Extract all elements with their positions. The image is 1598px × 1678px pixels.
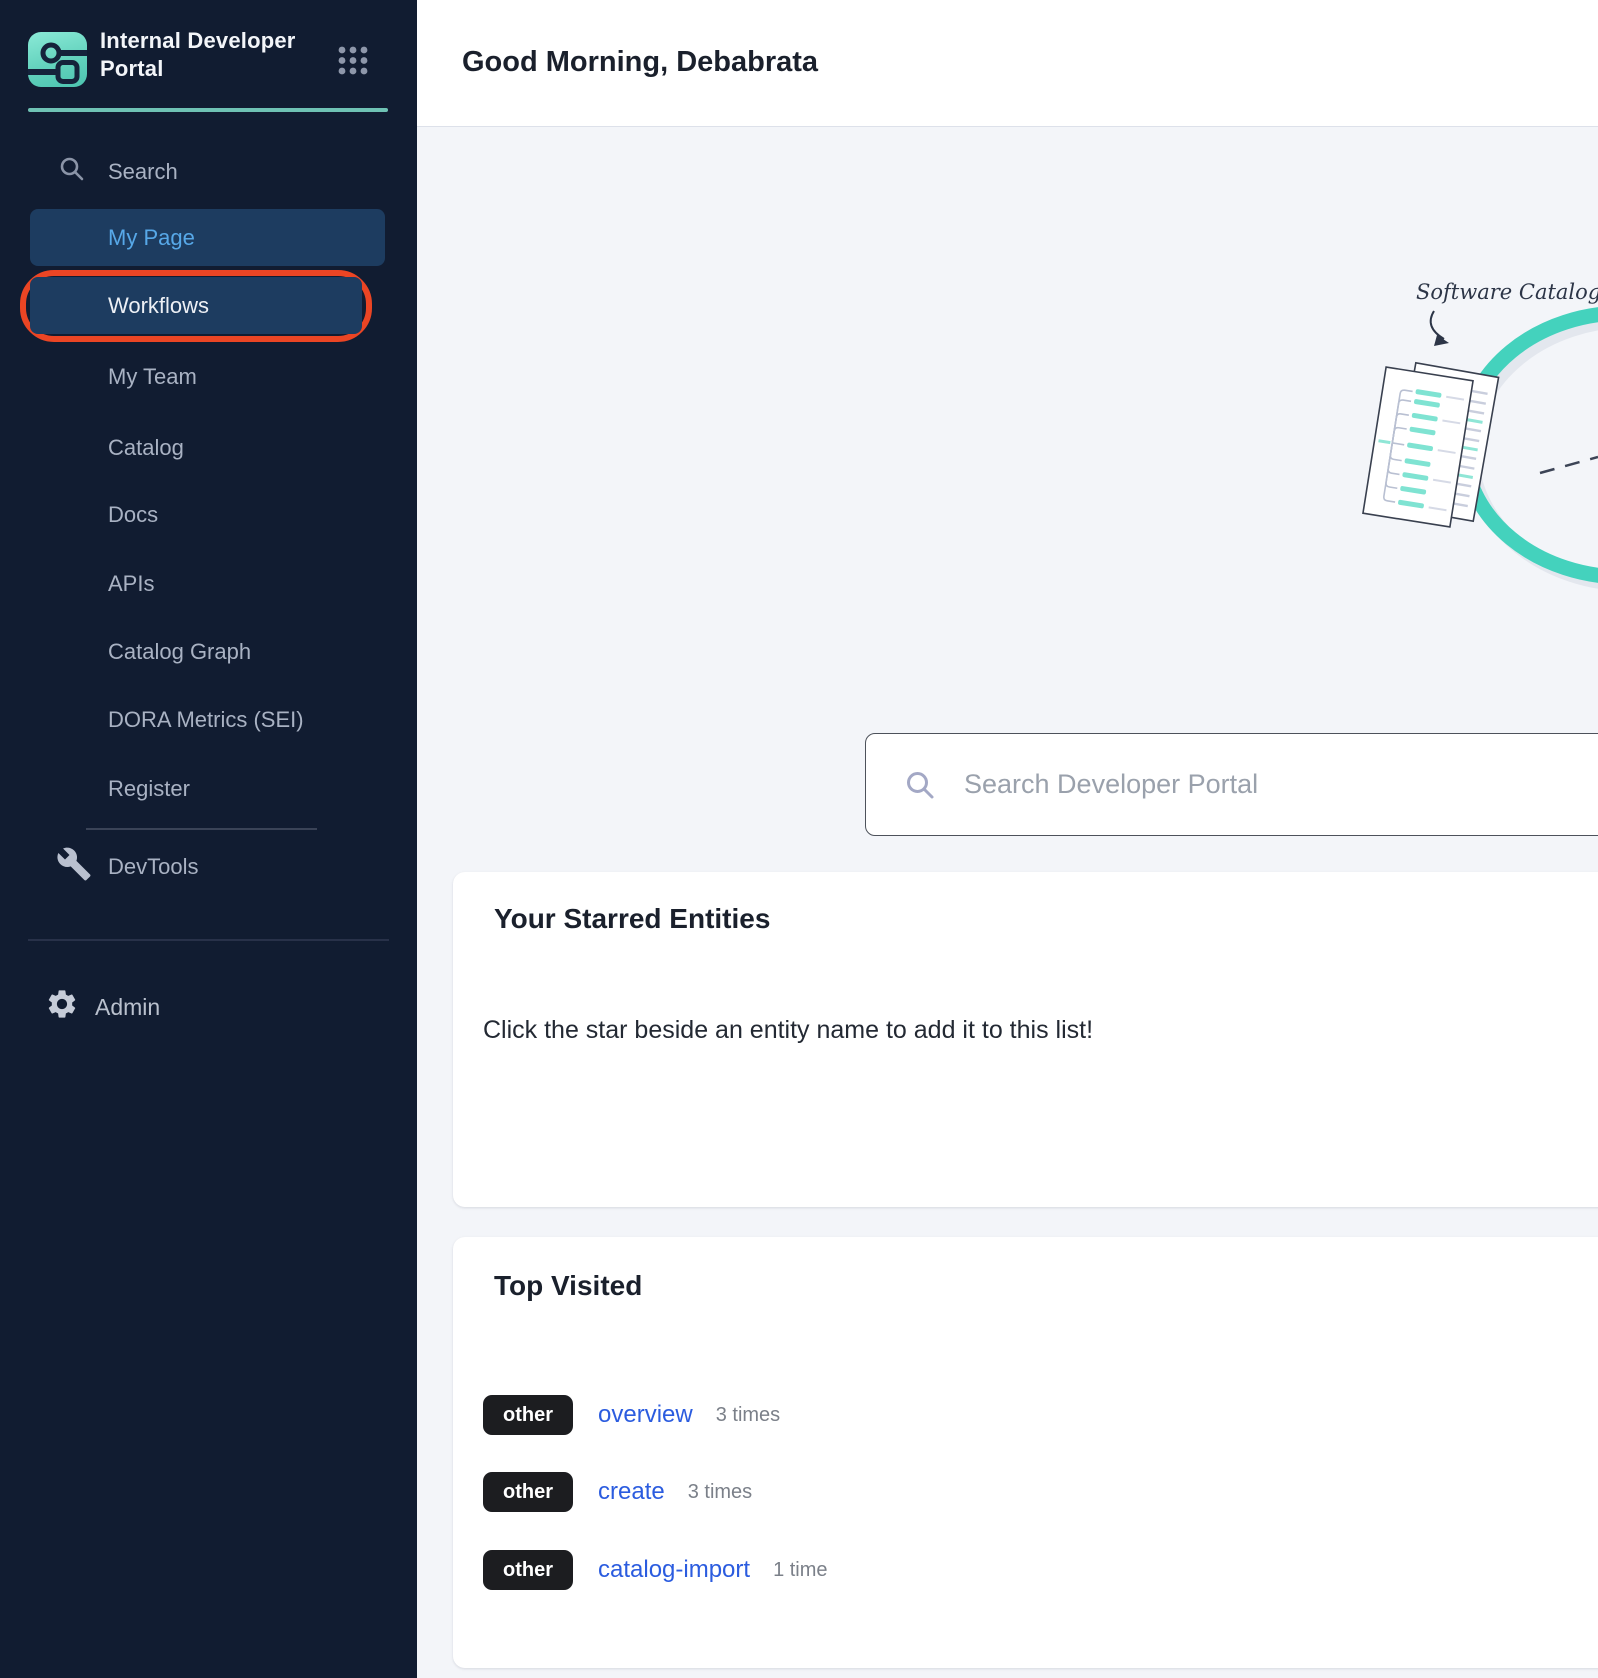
- sidebar-item-dora-metrics[interactable]: DORA Metrics (SEI): [0, 687, 417, 753]
- sidebar-item-label: APIs: [0, 571, 154, 597]
- starred-entities-card: Your Starred Entities Click the star bes…: [453, 872, 1598, 1207]
- portal-search-bar: [865, 733, 1598, 836]
- top-visited-row: other catalog-import 1 time: [483, 1550, 828, 1590]
- entity-link-overview[interactable]: overview: [598, 1401, 693, 1429]
- dashed-connector: [1540, 457, 1598, 473]
- sidebar-bottom-divider: [28, 939, 389, 941]
- greeting-title: Good Morning, Debabrata: [462, 46, 818, 79]
- visit-count: 3 times: [716, 1404, 780, 1427]
- kind-badge: other: [483, 1395, 573, 1435]
- sidebar-item-devtools[interactable]: DevTools: [0, 834, 417, 900]
- app-logo-icon: [28, 32, 87, 87]
- search-input[interactable]: [962, 768, 1526, 801]
- search-icon: [904, 769, 936, 801]
- app-title: Internal Developer Portal: [100, 27, 330, 83]
- visit-count: 3 times: [688, 1481, 752, 1504]
- sidebar-item-catalog[interactable]: Catalog: [0, 415, 417, 481]
- sidebar-item-register[interactable]: Register: [0, 756, 417, 822]
- gear-icon: [45, 987, 79, 1027]
- software-catalog-illustration: Software Catalog: [1352, 255, 1598, 605]
- sidebar-item-apis[interactable]: APIs: [0, 551, 417, 617]
- card-title: Top Visited: [494, 1270, 642, 1302]
- ring-shadow: [1471, 320, 1598, 584]
- sidebar-item-label: DORA Metrics (SEI): [0, 707, 304, 733]
- sidebar-item-label: Workflows: [30, 293, 209, 319]
- sidebar-item-workflows[interactable]: Workflows: [30, 277, 362, 334]
- app-window: Internal Developer Portal Search: [0, 0, 1598, 1678]
- sidebar-item-my-page[interactable]: My Page: [30, 209, 385, 266]
- top-visited-card: Top Visited other overview 3 times other…: [453, 1237, 1598, 1668]
- entity-link-create[interactable]: create: [598, 1478, 665, 1506]
- sidebar-item-label: Search: [0, 159, 178, 185]
- sidebar-accent-rule: [28, 108, 388, 112]
- starred-empty-message: Click the star beside an entity name to …: [483, 1016, 1093, 1045]
- sidebar-item-label: Register: [0, 776, 190, 802]
- top-visited-row: other create 3 times: [483, 1472, 752, 1512]
- kind-badge: other: [483, 1472, 573, 1512]
- wrench-icon: [56, 846, 92, 888]
- search-icon: [58, 155, 86, 189]
- sidebar-item-label: Admin: [0, 994, 160, 1021]
- sidebar: Internal Developer Portal Search: [0, 0, 417, 1678]
- sidebar-item-search[interactable]: Search: [0, 139, 417, 205]
- card-title: Your Starred Entities: [494, 903, 770, 935]
- sidebar-item-label: Catalog Graph: [0, 639, 251, 665]
- top-visited-row: other overview 3 times: [483, 1395, 780, 1435]
- sidebar-item-label: My Page: [30, 225, 195, 251]
- sidebar-item-label: My Team: [0, 364, 197, 390]
- caption-arrow: [1431, 311, 1444, 339]
- sidebar-item-admin[interactable]: Admin: [0, 974, 417, 1040]
- sidebar-item-label: Catalog: [0, 435, 184, 461]
- sidebar-group-divider: [86, 828, 317, 830]
- sidebar-item-my-team[interactable]: My Team: [0, 344, 417, 410]
- kind-badge: other: [483, 1550, 573, 1590]
- illustration-caption: Software Catalog: [1416, 280, 1598, 304]
- entity-link-catalog-import[interactable]: catalog-import: [598, 1556, 750, 1584]
- apps-grid-icon[interactable]: [337, 46, 369, 81]
- sidebar-item-docs[interactable]: Docs: [0, 482, 417, 548]
- sidebar-item-catalog-graph[interactable]: Catalog Graph: [0, 619, 417, 685]
- sidebar-item-label: DevTools: [0, 854, 198, 880]
- sidebar-item-label: Docs: [0, 502, 158, 528]
- visit-count: 1 time: [773, 1559, 827, 1582]
